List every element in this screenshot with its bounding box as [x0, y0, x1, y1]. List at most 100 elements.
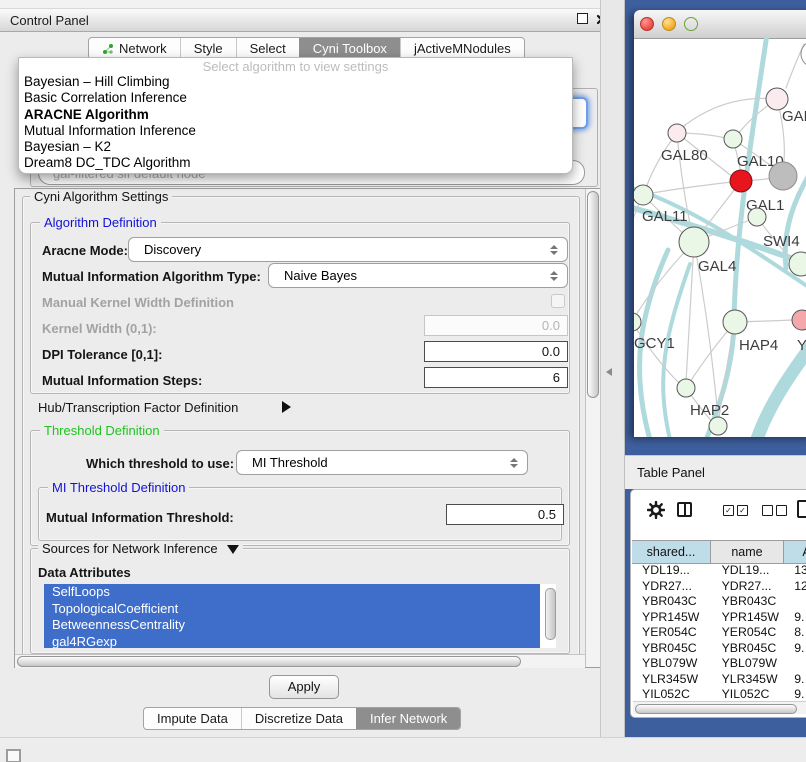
table-horizontal-scrollbar[interactable] [633, 701, 806, 714]
data-attribute-item[interactable]: gal4RGexp [44, 634, 540, 649]
data-attribute-item[interactable]: BetweennessCentrality [44, 617, 540, 634]
algorithm-dropdown[interactable]: Select algorithm to view settings Bayesi… [18, 57, 573, 174]
table-cell[interactable]: YBL079W [712, 656, 785, 672]
checked-columns-icon[interactable]: ✓✓ [723, 505, 748, 516]
network-node[interactable] [769, 162, 797, 190]
table-row[interactable]: YBR045CYBR045C9. [632, 641, 806, 657]
network-window-titlebar[interactable] [634, 10, 806, 39]
kernel-width-field[interactable]: 0.0 [424, 315, 568, 336]
network-edge[interactable] [652, 181, 741, 193]
table-cell[interactable]: YPR145W [712, 610, 785, 626]
tab-style[interactable]: Style [180, 38, 236, 59]
hub-collapse-arrow-icon[interactable] [282, 401, 291, 413]
table-row[interactable]: YDR27...YDR27...12 [632, 579, 806, 595]
apply-button[interactable]: Apply [269, 675, 339, 699]
which-threshold-select[interactable]: MI Threshold [236, 450, 528, 475]
tab-cyni-toolbox[interactable]: Cyni Toolbox [299, 38, 400, 59]
attributes-scrollbar-thumb[interactable] [545, 588, 556, 640]
column-header-partial[interactable]: A [784, 541, 806, 563]
table-cell[interactable]: YLR345W [712, 672, 785, 688]
table-cell[interactable]: 9. [784, 687, 806, 698]
table-cell[interactable]: YDL19... [632, 563, 712, 579]
close-traffic-icon[interactable] [640, 17, 654, 31]
algorithm-option[interactable]: ARACNE Algorithm [19, 107, 572, 123]
manual-kernel-width-checkbox[interactable] [551, 294, 565, 308]
memory-indicator-icon[interactable] [6, 749, 21, 762]
table-row[interactable]: YBL079WYBL079W [632, 656, 806, 672]
network-node-gal80[interactable] [668, 124, 686, 142]
gear-icon[interactable] [647, 501, 665, 522]
dpi-tolerance-field[interactable]: 0.0 [424, 341, 568, 362]
table-cell[interactable]: YDR27... [712, 579, 785, 595]
mi-threshold-field[interactable]: 0.5 [446, 504, 564, 525]
mi-steps-field[interactable]: 6 [424, 367, 568, 388]
divider-collapse-arrow-icon[interactable] [606, 368, 612, 376]
table-row[interactable]: YPR145WYPR145W9. [632, 610, 806, 626]
table-cell[interactable]: 8. [784, 625, 806, 641]
hub-definition-label[interactable]: Hub/Transcription Factor Definition [38, 400, 238, 415]
network-node-gcy1[interactable] [634, 313, 641, 331]
column-header-name[interactable]: name [711, 541, 784, 563]
settings-scrollbar-thumb[interactable] [587, 191, 599, 398]
aracne-mode-select[interactable]: Discovery [128, 237, 568, 262]
table-cell[interactable]: YBR043C [712, 594, 785, 610]
table-cell[interactable]: YIL052C [632, 687, 712, 698]
network-view-window[interactable]: GALGAL80GAL10GAL1GAL11GAL4SWI4GCY1HAP4YH… [634, 10, 806, 437]
table-cell[interactable]: YBR045C [632, 641, 712, 657]
float-icon[interactable] [577, 13, 588, 24]
table-cell[interactable]: 9. [784, 672, 806, 688]
table-cell[interactable]: 9. [784, 610, 806, 626]
table-row[interactable]: YIL052CYIL052C9. [632, 687, 806, 698]
table-cell[interactable]: YBR043C [632, 594, 712, 610]
data-attribute-item[interactable]: SelfLoops [44, 584, 540, 601]
tab-impute-data[interactable]: Impute Data [144, 708, 241, 729]
table-cell[interactable]: YPR145W [632, 610, 712, 626]
network-node-gal10[interactable] [724, 130, 742, 148]
table-cell[interactable] [784, 594, 806, 610]
tab-select[interactable]: Select [236, 38, 299, 59]
table-cell[interactable]: YDL19... [712, 563, 785, 579]
network-node-gal[interactable] [766, 88, 788, 110]
table-hscrollbar-thumb[interactable] [635, 704, 797, 714]
data-attributes-list[interactable]: SelfLoopsTopologicalCoefficientBetweenne… [44, 584, 556, 648]
network-node[interactable] [709, 417, 727, 435]
column-header-shared-name[interactable]: shared... [632, 541, 711, 563]
split-view-icon[interactable] [677, 502, 692, 517]
network-edge[interactable] [679, 98, 777, 130]
sources-expand-arrow-icon[interactable] [227, 545, 239, 554]
table-row[interactable]: YLR345WYLR345W9. [632, 672, 806, 688]
network-node-swi4[interactable] [748, 208, 766, 226]
network-node-hap4[interactable] [723, 310, 747, 334]
tab-jactivemnodules[interactable]: jActiveMNodules [400, 38, 524, 59]
minimize-traffic-icon[interactable] [662, 17, 676, 31]
network-node-hap2[interactable] [677, 379, 695, 397]
tab-infer-network[interactable]: Infer Network [356, 708, 460, 729]
table-row[interactable]: YER054CYER054C8. [632, 625, 806, 641]
sources-label[interactable]: Sources for Network Inference [38, 541, 243, 556]
tab-network[interactable]: Network [89, 38, 180, 59]
network-node-y[interactable] [792, 310, 806, 330]
table-cell[interactable]: YER054C [712, 625, 785, 641]
table-cell[interactable]: 9. [784, 641, 806, 657]
table-cell[interactable]: YBR045C [712, 641, 785, 657]
mi-algorithm-type-select[interactable]: Naive Bayes [268, 263, 568, 288]
panel-divider[interactable] [600, 0, 625, 737]
network-node-gal11[interactable] [634, 185, 653, 205]
table-cell[interactable]: YBL079W [632, 656, 712, 672]
table-cell[interactable]: YLR345W [632, 672, 712, 688]
settings-hscrollbar-thumb[interactable] [17, 656, 521, 667]
zoom-traffic-icon[interactable] [684, 17, 698, 31]
table-cell[interactable]: YIL052C [712, 687, 785, 698]
algorithm-option[interactable]: Dream8 DC_TDC Algorithm [19, 155, 572, 171]
table-row[interactable]: YDL19...YDL19...13 [632, 563, 806, 579]
file-icon[interactable] [797, 500, 806, 518]
tab-discretize-data[interactable]: Discretize Data [241, 708, 356, 729]
algorithm-option[interactable]: Bayesian – K2 [19, 139, 572, 155]
data-attribute-item[interactable]: TopologicalCoefficient [44, 601, 540, 618]
table-cell[interactable]: 13 [784, 563, 806, 579]
unchecked-columns-icon[interactable] [762, 505, 787, 516]
network-node-gal1[interactable] [730, 170, 752, 192]
table-row[interactable]: YBR043CYBR043C [632, 594, 806, 610]
network-node-gal4[interactable] [679, 227, 709, 257]
algorithm-option[interactable]: Bayesian – Hill Climbing [19, 74, 572, 90]
